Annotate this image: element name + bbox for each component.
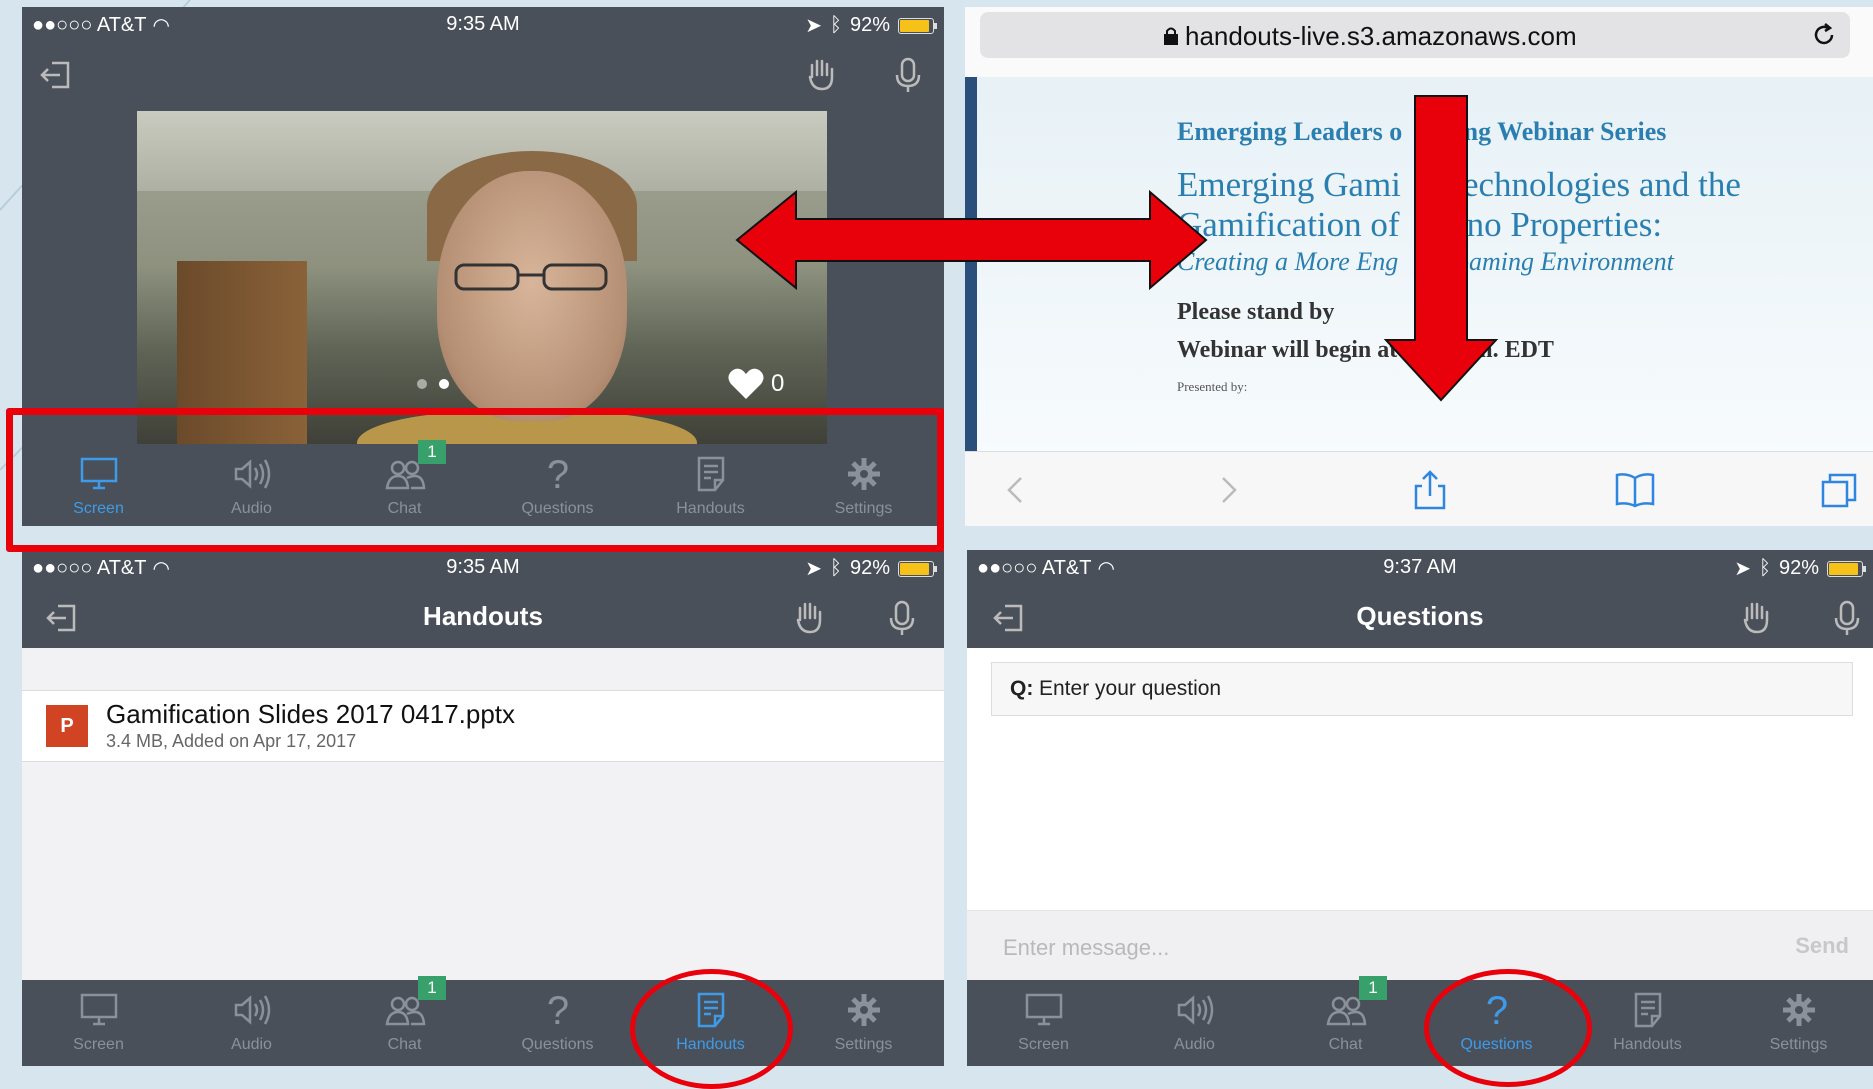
- annotation-arrows: [735, 95, 1499, 402]
- down-arrow: [1383, 95, 1499, 402]
- double-arrow: [735, 189, 1208, 291]
